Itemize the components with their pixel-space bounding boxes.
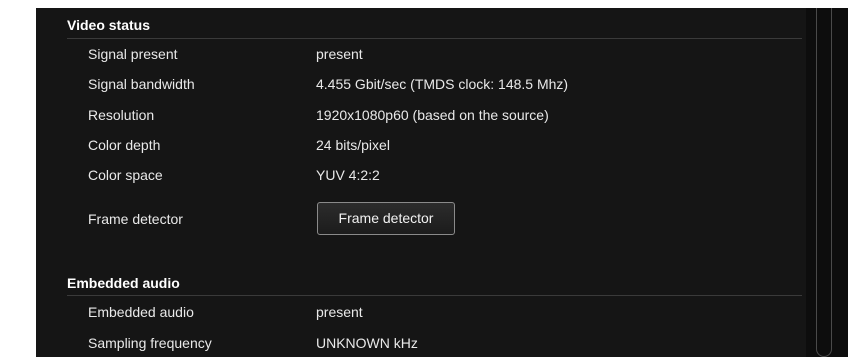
row-color-space: Color space YUV 4:2:2 <box>36 164 806 186</box>
row-value: YUV 4:2:2 <box>316 167 380 183</box>
row-color-depth: Color depth 24 bits/pixel <box>36 134 806 156</box>
row-signal-present: Signal present present <box>36 43 806 65</box>
divider <box>67 295 802 296</box>
row-label: Frame detector <box>88 211 183 227</box>
frame-detector-button[interactable]: Frame detector <box>317 202 455 235</box>
row-signal-bandwidth: Signal bandwidth 4.455 Gbit/sec (TMDS cl… <box>36 73 806 95</box>
row-sampling-frequency: Sampling frequency UNKNOWN kHz <box>36 332 806 354</box>
row-label: Signal present <box>88 46 178 62</box>
status-panel: Video status Signal present present Sign… <box>36 8 848 357</box>
row-label: Sampling frequency <box>88 335 212 351</box>
row-label: Color space <box>88 167 163 183</box>
row-embedded-audio: Embedded audio present <box>36 301 806 323</box>
divider <box>67 38 802 39</box>
section-title-embedded-audio: Embedded audio <box>67 275 180 291</box>
row-label: Embedded audio <box>88 304 194 320</box>
status-content: Video status Signal present present Sign… <box>36 8 806 357</box>
row-value: present <box>316 304 363 320</box>
row-value: 24 bits/pixel <box>316 137 390 153</box>
row-label: Signal bandwidth <box>88 76 195 92</box>
row-value: 4.455 Gbit/sec (TMDS clock: 148.5 Mhz) <box>316 76 569 92</box>
row-value: present <box>316 46 363 62</box>
row-value: 1920x1080p60 (based on the source) <box>316 107 549 123</box>
page: Video status Signal present present Sign… <box>0 0 856 357</box>
scrollbar[interactable] <box>816 8 832 357</box>
row-resolution: Resolution 1920x1080p60 (based on the so… <box>36 104 806 126</box>
section-title-video-status: Video status <box>67 17 150 33</box>
row-value: UNKNOWN kHz <box>316 335 418 351</box>
row-label: Color depth <box>88 137 161 153</box>
row-label: Resolution <box>88 107 155 123</box>
